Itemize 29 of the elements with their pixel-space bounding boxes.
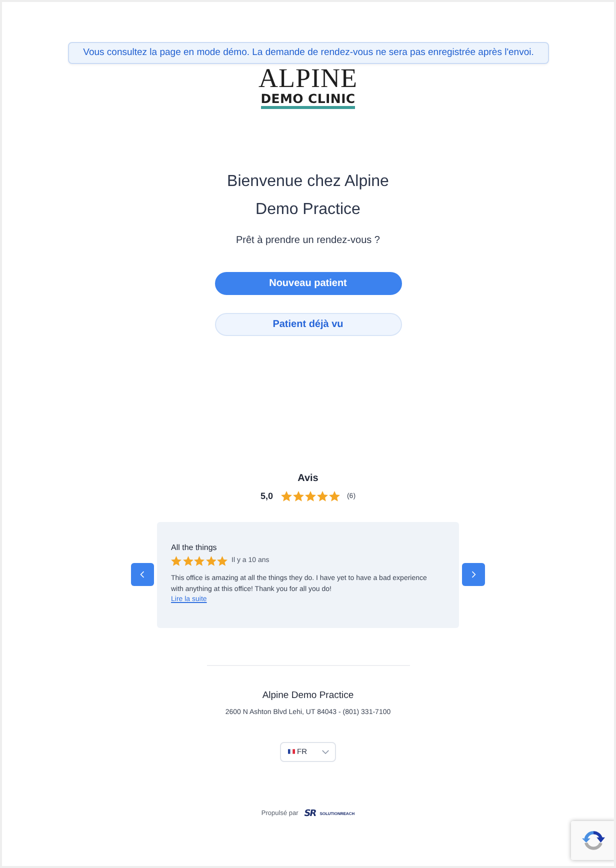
practice-name: Alpine Demo Practice xyxy=(262,690,354,700)
star-icon xyxy=(304,491,316,502)
returning-patient-button[interactable]: Patient déjà vu xyxy=(214,313,402,336)
review-title: All the things xyxy=(171,542,218,552)
star-icon xyxy=(280,491,292,502)
star-icon xyxy=(194,556,204,566)
star-icon xyxy=(182,556,193,566)
welcome-subtitle: Prêt à prendre un rendez-vous ? xyxy=(236,235,380,246)
logo-subtitle: DEMO CLINIC xyxy=(260,92,356,109)
recaptcha-icon xyxy=(582,831,605,850)
star-icon xyxy=(171,556,182,566)
next-button[interactable] xyxy=(462,563,485,586)
chevron-right-icon xyxy=(471,571,476,578)
chevron-left-icon xyxy=(140,571,145,578)
star-icon xyxy=(217,556,228,566)
flag-icon xyxy=(288,749,295,754)
average-rating: 5,0 xyxy=(260,491,273,502)
star-icon xyxy=(316,491,328,502)
reviews-heading: Avis xyxy=(298,473,318,484)
demo-mode-banner: Vous consultez la page en mode démo. La demande de rendez-vous ne sera pas enregistrée après l'envoi. xyxy=(68,42,549,64)
star-icon xyxy=(292,491,304,502)
logo-title: ALPINE xyxy=(258,65,358,92)
new-patient-button[interactable]: Nouveau patient xyxy=(214,272,402,295)
star-icon xyxy=(328,491,340,502)
previous-button[interactable] xyxy=(131,563,154,586)
brand-logo-mark: SR xyxy=(304,808,316,818)
star-icon xyxy=(206,556,216,566)
welcome-title: Bienvenue chez Alpine Demo Practice xyxy=(226,172,390,220)
chevron-down-icon xyxy=(322,750,329,754)
